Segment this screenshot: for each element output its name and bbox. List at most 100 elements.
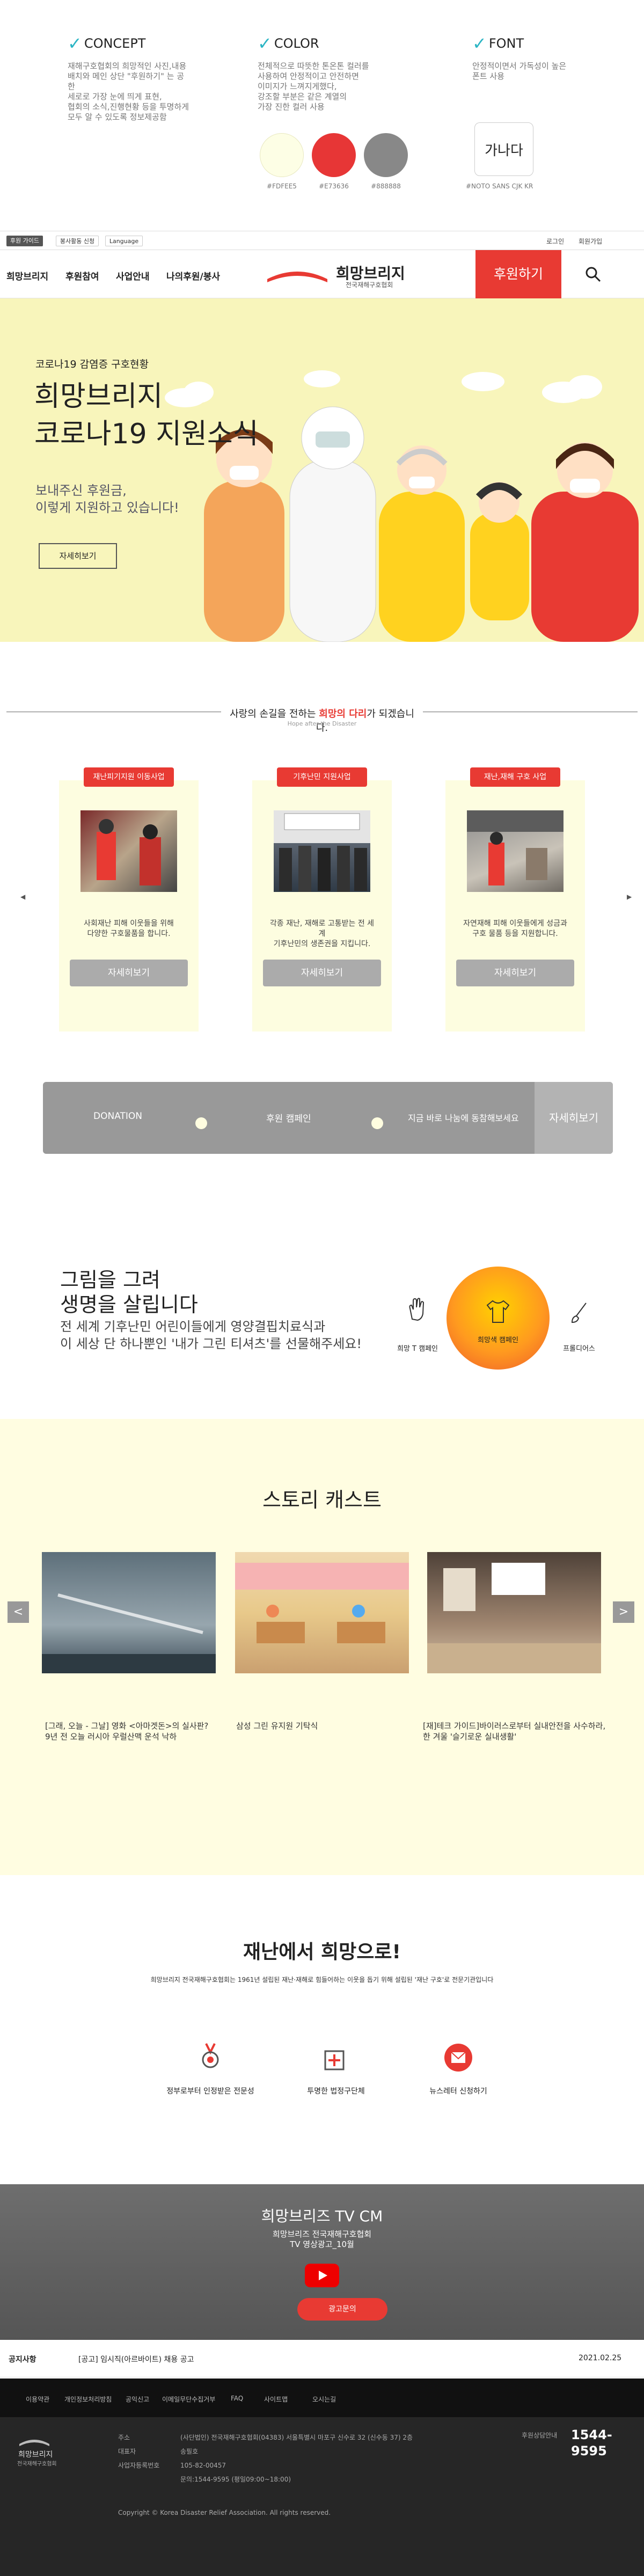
notice-link[interactable]: [공고] 임시직(아르바이트) 채용 공고 [78, 2354, 194, 2365]
medal-icon [202, 2043, 219, 2068]
footer-logo-icon [19, 2440, 49, 2446]
call-phone[interactable]: 1544-9595 [571, 2427, 644, 2459]
icon-label: 희망 T 캠페인 [397, 1345, 438, 1353]
footer-value: 문의:1544-9595 (평일09:00~18:00) [180, 2476, 291, 2483]
campaign-label: 후원 캠페인 [266, 1114, 311, 1124]
brush-icon[interactable] [570, 1302, 588, 1323]
color-swatch [260, 133, 304, 177]
footer-logo-text: 희망브리지 [18, 2450, 53, 2459]
draw-campaign-section: 그림을 그려 생명을 살립니다 전 세계 기후난민 어린이들에게 영양결핍치료식… [0, 1181, 644, 1411]
logo-subtext: 전국재해구호협회 [346, 281, 393, 289]
card-text: 각종 재난, 재해로 고통받는 전 세계 기후난민의 생존권을 지킵니다. [269, 919, 375, 948]
color-column: ✓ COLOR 전체적으로 따뜻한 톤온톤 컬러를 사용하여 안정적이고 안전하면… [258, 33, 381, 112]
donation-guide-button[interactable]: 후원 가이드 [6, 236, 43, 246]
hero-more-button[interactable]: 자세히보기 [39, 543, 117, 569]
footer-link[interactable]: 이메일무단수집거부 [162, 2395, 215, 2404]
card-more-button[interactable]: 자세히보기 [456, 960, 574, 986]
box-icon [324, 2050, 345, 2070]
story-photo[interactable] [427, 1552, 601, 1673]
tv-subtitle: 희망브리즈 전국재해구호협회 TV 영상광고_10월 [272, 2229, 372, 2249]
footer-key: 사업자등록번호 [118, 2462, 160, 2469]
draw-subtitle: 전 세계 기후난민 어린이들에게 영양결핍치료식과 이 세상 단 하나뿐인 '내… [60, 1319, 362, 1351]
volunteer-apply-button[interactable]: 봉사활동 신청 [56, 236, 99, 246]
logo-bridge-icon [267, 272, 327, 282]
login-link[interactable]: 로그인 [546, 237, 564, 246]
copyright: Copyright © Korea Disaster Relief Associ… [118, 2509, 331, 2516]
nav-item-my-donation[interactable]: 나의후원/봉사 [166, 269, 220, 282]
join-link[interactable]: 회원가입 [579, 237, 602, 246]
footer: 희망브리지 전국재해구호협회 주소 (사단법인) 전국재해구호협회(04383)… [0, 2417, 644, 2576]
hand-icon[interactable] [407, 1298, 426, 1321]
concept-title: CONCEPT [84, 36, 146, 51]
swatch-label: #888888 [371, 182, 401, 190]
next-arrow-icon[interactable]: ▶ [627, 893, 632, 901]
notice-label: 공지사항 [9, 2355, 36, 2364]
concept-desc: 재해구호협회의 희망적인 사진,내용 배치와 메인 상단 "후원하기" 는 공한… [68, 61, 189, 122]
section-title: 재난에서 희망으로! [243, 1941, 401, 1963]
progress-dot [371, 1117, 383, 1129]
progress-dot [195, 1117, 207, 1129]
font-desc: 안정적이면서 가독성이 높은 폰트 사용 [472, 61, 567, 81]
ad-inquiry-button[interactable]: 광고문의 [297, 2298, 387, 2321]
footer-link[interactable]: 공익신고 [126, 2395, 149, 2404]
feature-label: 투명한 법정구단체 [307, 2087, 365, 2096]
campaign-circle[interactable]: 희망색 캠페인 [447, 1267, 550, 1370]
font-sample: 가나다 [474, 122, 533, 176]
story-next-button[interactable]: > [613, 1601, 634, 1623]
font-column: ✓ FONT 안정적이면서 가독성이 높은 폰트 사용 [472, 33, 596, 82]
prev-arrow-icon[interactable]: ◀ [20, 893, 25, 901]
story-cast-section: 스토리 캐스트 < > [그래, 오늘 - 그날] 영화 <아마겟돈>의 실사판… [0, 1419, 644, 1875]
footer-link[interactable]: 사이트맵 [264, 2395, 288, 2404]
donation-more-button[interactable]: 자세히보기 [535, 1082, 613, 1154]
story-prev-button[interactable]: < [8, 1601, 29, 1623]
support-card: 재난피기지원 이동사업 사회재난 피해 이웃들을 위해 다양한 구호물품을 합니… [59, 767, 199, 1031]
support-card: 기후난민 지원사업 각종 재난, 재해로 고통받는 전 세계 기후난민의 생존권… [252, 767, 392, 1031]
footer-logo-subtext: 전국재해구호협회 [17, 2461, 57, 2467]
newsletter-icon[interactable] [442, 2041, 474, 2074]
hero-banner: 코로나19 감염증 구호현황 희망브리지 코로나19 지원소식 보내주신 후원금… [0, 298, 644, 642]
draw-title: 그림을 그려 생명을 살립니다 [60, 1268, 198, 1316]
footer-link[interactable]: 오시는길 [312, 2395, 336, 2404]
nav-item-hopebridge[interactable]: 희망브리지 [6, 269, 48, 282]
nav-item-participate[interactable]: 후원참여 [65, 269, 99, 282]
footer-link[interactable]: 개인정보처리방침 [64, 2395, 112, 2404]
swatch-label: #FDFEE5 [267, 182, 297, 190]
donation-label: DONATION [93, 1111, 142, 1122]
footer-value: 105-82-00457 [180, 2462, 226, 2469]
story-title: 스토리 캐스트 [262, 1488, 382, 1512]
color-swatch [364, 133, 408, 177]
footer-value: (사단법인) 전국재해구호협회(04383) 서울특별시 마포구 신수로 32 … [180, 2434, 413, 2441]
donation-bar: DONATION 후원 캠페인 지금 바로 나눔에 동참해보세요 자세히보기 [43, 1082, 613, 1154]
language-button[interactable]: Language [105, 236, 143, 246]
newsletter-link[interactable]: 뉴스레터 신청하기 [399, 2085, 517, 2096]
footer-link[interactable]: 이용약관 [26, 2395, 49, 2404]
nav-item-business[interactable]: 사업안내 [116, 269, 150, 282]
story-caption[interactable]: [그래, 오늘 - 그날] 영화 <아마겟돈>의 실사판? 9년 전 오늘 러시… [45, 1721, 219, 1742]
story-caption[interactable]: [재]테크 가이드]바이러스로부터 실내안전을 사수하라, 한 겨울 '슬기로운… [423, 1721, 611, 1742]
story-caption[interactable]: 삼성 그린 유지원 기탁식 [236, 1721, 410, 1731]
search-icon[interactable] [585, 266, 601, 282]
color-title: COLOR [274, 36, 319, 51]
footer-value: 송필호 [180, 2448, 199, 2455]
youtube-play-icon[interactable] [305, 2264, 339, 2287]
card-more-button[interactable]: 자세히보기 [70, 960, 188, 986]
support-section: 사랑의 손길을 전하는 희망의 다리가 되겠습니다. Hope after th… [0, 642, 644, 1031]
card-badge: 기후난민 지원사업 [277, 767, 367, 787]
site-logo[interactable]: 희망브리지 전국재해구호협회 [265, 261, 426, 291]
story-photo[interactable] [235, 1552, 409, 1673]
section-desc: 희망브리지 전국재해구호협회는 1961년 설립된 재난·재해로 힘들어하는 이… [150, 1976, 494, 1984]
card-more-button[interactable]: 자세히보기 [263, 960, 381, 986]
call-label: 후원상담안내 [522, 2432, 558, 2439]
font-name: #NOTO SANS CJK KR [466, 182, 533, 190]
notice-date: 2021.02.25 [579, 2354, 622, 2362]
color-desc: 전체적으로 따뜻한 톤온톤 컬러를 사용하여 안정적이고 안전하면 이미지가 느… [258, 61, 369, 112]
color-swatch [312, 133, 356, 177]
footer-nav: 이용약관 개인정보처리방침 공익신고 이메일무단수집거부 FAQ 사이트맵 오시… [0, 2379, 644, 2417]
tv-cm-section: 희망브리즈 TV CM 희망브리즈 전국재해구호협회 TV 영상광고_10월 광… [0, 2184, 644, 2340]
story-photo[interactable] [42, 1552, 216, 1673]
icon-label: 희망색 캠페인 [478, 1336, 518, 1344]
swatch-label: #E73636 [319, 182, 349, 190]
footer-link[interactable]: FAQ [231, 2395, 243, 2402]
tv-title: 희망브리즈 TV CM [261, 2207, 383, 2225]
donate-button[interactable]: 후원하기 [475, 250, 561, 298]
